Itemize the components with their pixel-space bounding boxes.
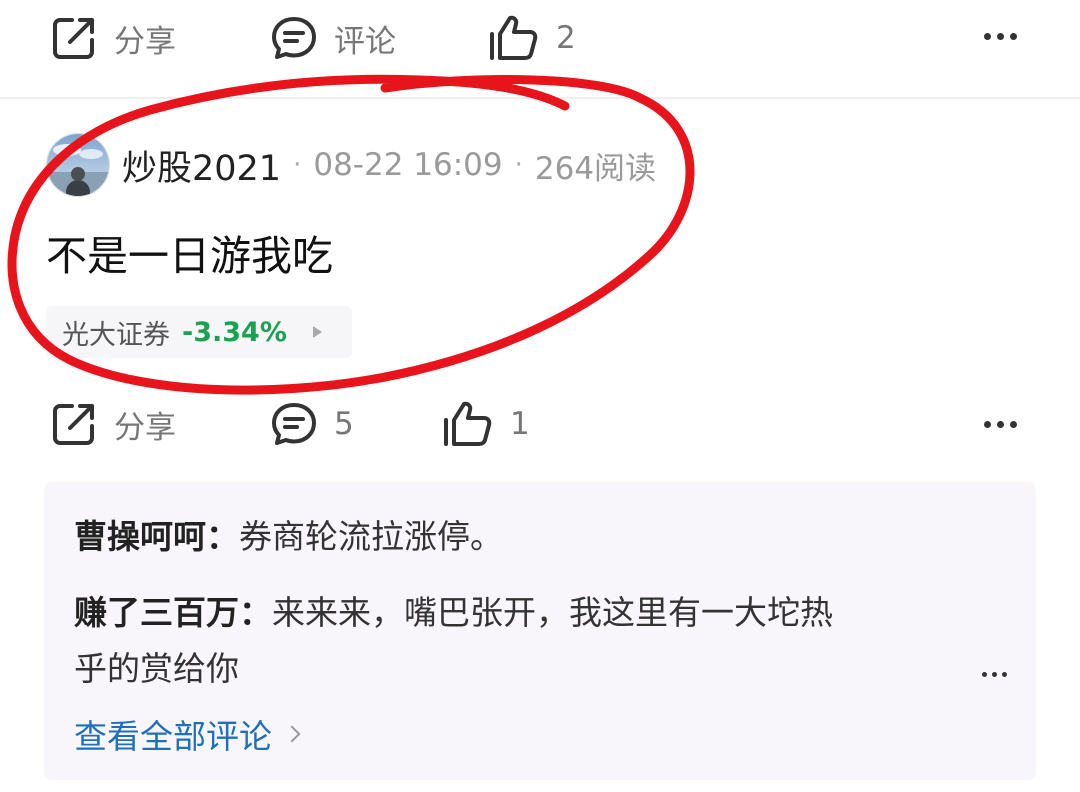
post-action-bar: 分享 5 1 (0, 388, 1080, 468)
share-icon (53, 404, 94, 445)
comment-icon (272, 403, 316, 445)
comment-item[interactable]: 曹操呵呵：券商轮流拉涨停。 (74, 510, 503, 558)
comment-text-continued: 乎的赏给你 (74, 649, 239, 688)
like-button[interactable]: 1 (442, 400, 530, 448)
comment-item[interactable]: 赚了三百万：来来来，嘴巴张开，我这里有一大坨热 (74, 586, 833, 634)
comment-text: 券商轮流拉涨停。 (239, 517, 503, 556)
chevron-right-icon (283, 725, 301, 743)
share-button[interactable]: 分享 (50, 400, 176, 448)
view-all-comments-link[interactable]: 查看全部评论 (74, 710, 301, 758)
comment-user[interactable]: 赚了三百万 (74, 593, 239, 632)
comment-colon: ： (239, 593, 272, 632)
comment-colon: ： (206, 517, 239, 556)
more-icon[interactable] (984, 421, 1017, 428)
more-icon[interactable] (982, 672, 1007, 677)
view-all-label: 查看全部评论 (74, 717, 272, 756)
comment-count: 5 (334, 406, 354, 442)
comment-text: 来来来，嘴巴张开，我这里有一大坨热 (272, 593, 833, 632)
like-count: 1 (510, 406, 530, 442)
comment-user[interactable]: 曹操呵呵 (74, 517, 206, 556)
annotation-circle (7, 74, 695, 395)
like-icon (444, 401, 492, 446)
comment-button[interactable]: 5 (270, 400, 354, 448)
comments-preview: 曹操呵呵：券商轮流拉涨停。 赚了三百万：来来来，嘴巴张开，我这里有一大坨热 乎的… (44, 482, 1036, 780)
share-label: 分享 (114, 409, 176, 446)
